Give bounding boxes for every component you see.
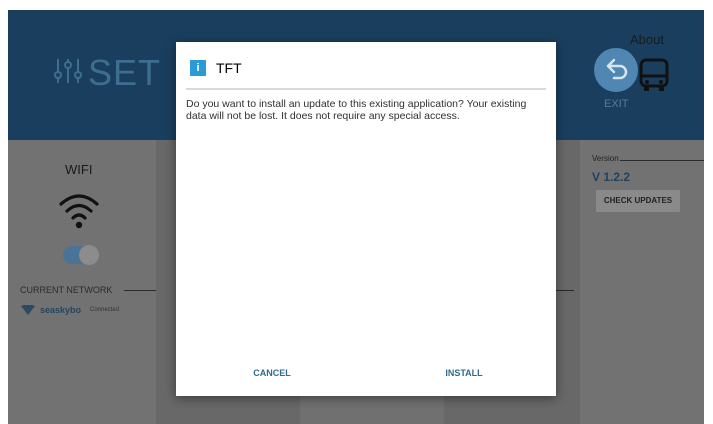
wifi-title: WIFI [65, 162, 93, 177]
cancel-button[interactable]: CANCEL [232, 368, 312, 378]
page-title: SET [88, 52, 162, 93]
dialog-title: TFT [216, 60, 242, 76]
wifi-icon [59, 194, 99, 229]
sliders-icon [54, 59, 82, 83]
wifi-signal-icon [21, 305, 35, 315]
install-button[interactable]: INSTALL [424, 368, 504, 378]
info-icon: i [190, 60, 206, 76]
divider [124, 290, 156, 291]
exit-button[interactable] [594, 48, 638, 92]
wifi-toggle[interactable] [63, 245, 99, 265]
dialog-divider [186, 88, 546, 90]
check-updates-button[interactable]: CHECK UPDATES [596, 190, 680, 212]
install-dialog: i TFT Do you want to install an update t… [176, 42, 556, 396]
about-title: About [630, 32, 664, 47]
undo-arrow-icon [606, 58, 628, 80]
dialog-message: Do you want to install an update to this… [186, 98, 527, 122]
wifi-panel: WIFI CURRENT NETWORK seaskybo Connected [8, 140, 156, 424]
bus-icon [639, 58, 669, 91]
network-name[interactable]: seaskybo [40, 305, 81, 315]
toggle-knob [79, 245, 99, 265]
divider [620, 160, 704, 161]
version-label: Version [592, 154, 619, 163]
exit-label: EXIT [604, 98, 629, 110]
version-value: V 1.2.2 [592, 170, 631, 184]
network-status: Connected [90, 307, 120, 313]
current-network-label: CURRENT NETWORK [20, 285, 113, 295]
